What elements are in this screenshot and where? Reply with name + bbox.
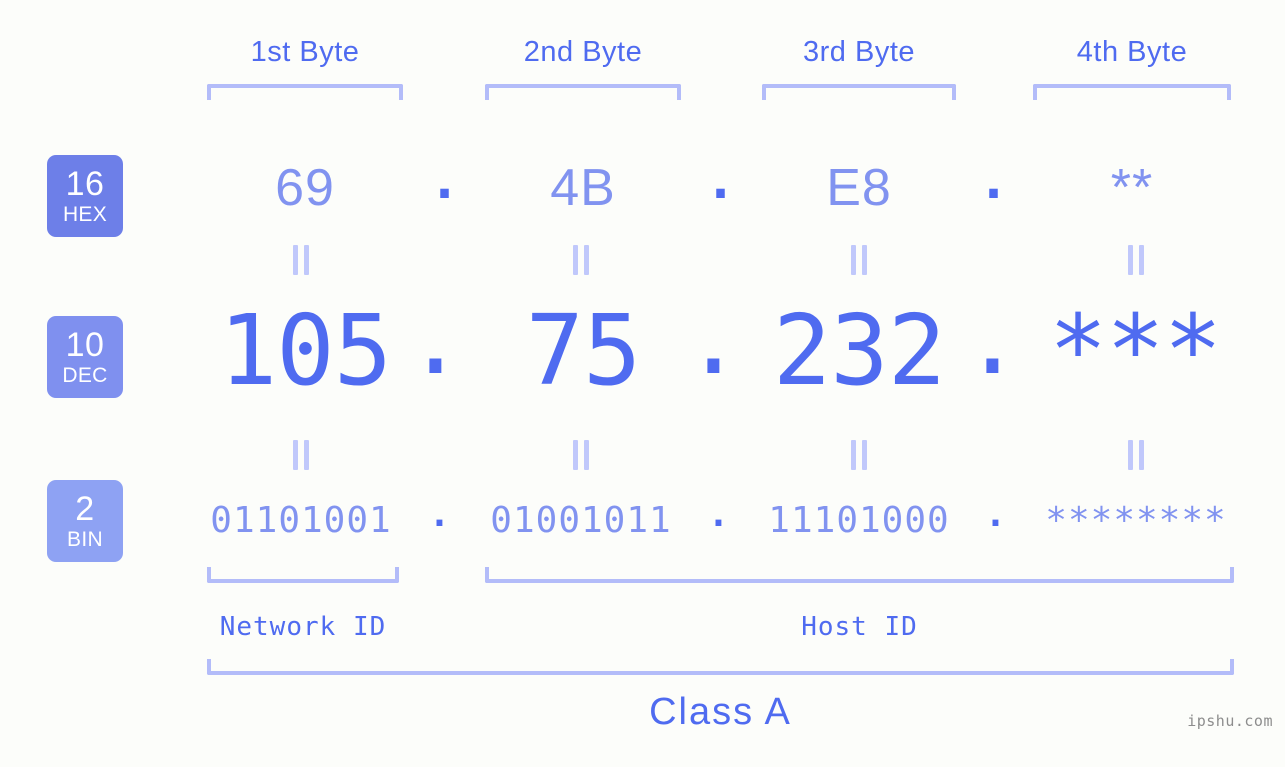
network-id-bracket — [207, 567, 399, 583]
byte-bracket-top-3 — [762, 84, 956, 100]
bin-separator-1: . — [428, 494, 452, 535]
hex-byte-2: 4B — [550, 159, 616, 217]
base-badge-dec: 10 DEC — [47, 316, 123, 398]
hex-byte-4: ** — [1110, 159, 1154, 217]
equals-marker-dec-bin-4 — [1126, 440, 1146, 470]
base-badge-dec-name: DEC — [62, 364, 108, 387]
equals-marker-dec-bin-2 — [571, 440, 591, 470]
byte-header-3: 3rd Byte — [803, 36, 915, 68]
base-badge-dec-number: 10 — [65, 326, 105, 364]
base-badge-hex: 16 HEX — [47, 155, 123, 237]
dec-separator-3: . — [963, 283, 1021, 396]
dec-byte-4: *** — [1048, 294, 1222, 407]
equals-marker-dec-bin-3 — [849, 440, 869, 470]
dec-byte-1: 105 — [218, 294, 392, 407]
byte-bracket-top-4 — [1033, 84, 1231, 100]
hex-separator-1: . — [428, 151, 462, 211]
equals-marker-hex-dec-3 — [849, 245, 869, 275]
dec-byte-2: 75 — [525, 294, 642, 407]
byte-header-1: 1st Byte — [250, 36, 360, 68]
site-watermark: ipshu.com — [1187, 712, 1273, 730]
bin-byte-2: 01001011 — [490, 500, 672, 541]
base-badge-bin-number: 2 — [75, 490, 95, 528]
host-id-bracket — [485, 567, 1234, 583]
base-badge-hex-name: HEX — [62, 203, 108, 226]
hex-separator-3: . — [977, 151, 1011, 211]
base-badge-bin-name: BIN — [67, 528, 103, 551]
bin-byte-1: 01101001 — [210, 500, 392, 541]
dec-separator-2: . — [684, 283, 742, 396]
class-label: Class A — [649, 691, 792, 733]
dec-byte-3: 232 — [772, 294, 946, 407]
base-badge-bin: 2 BIN — [47, 480, 123, 562]
bin-separator-3: . — [984, 494, 1008, 535]
byte-bracket-top-2 — [485, 84, 681, 100]
bin-byte-4: ******** — [1045, 500, 1227, 541]
hex-byte-3: E8 — [826, 159, 892, 217]
hex-byte-1: 69 — [275, 159, 335, 217]
byte-bracket-top-1 — [207, 84, 403, 100]
bin-separator-2: . — [707, 494, 731, 535]
base-badge-hex-number: 16 — [65, 165, 105, 203]
bin-byte-3: 11101000 — [768, 500, 950, 541]
byte-header-4: 4th Byte — [1076, 36, 1188, 68]
dec-separator-1: . — [406, 283, 464, 396]
equals-marker-dec-bin-1 — [291, 440, 311, 470]
equals-marker-hex-dec-2 — [571, 245, 591, 275]
equals-marker-hex-dec-1 — [291, 245, 311, 275]
hex-separator-2: . — [704, 151, 738, 211]
byte-header-2: 2nd Byte — [523, 36, 643, 68]
host-id-label: Host ID — [801, 612, 918, 642]
network-id-label: Network ID — [219, 612, 387, 642]
equals-marker-hex-dec-4 — [1126, 245, 1146, 275]
ip-address-breakdown-diagram: 1st Byte 2nd Byte 3rd Byte 4th Byte 16 H… — [0, 0, 1285, 767]
class-bracket — [207, 659, 1234, 675]
